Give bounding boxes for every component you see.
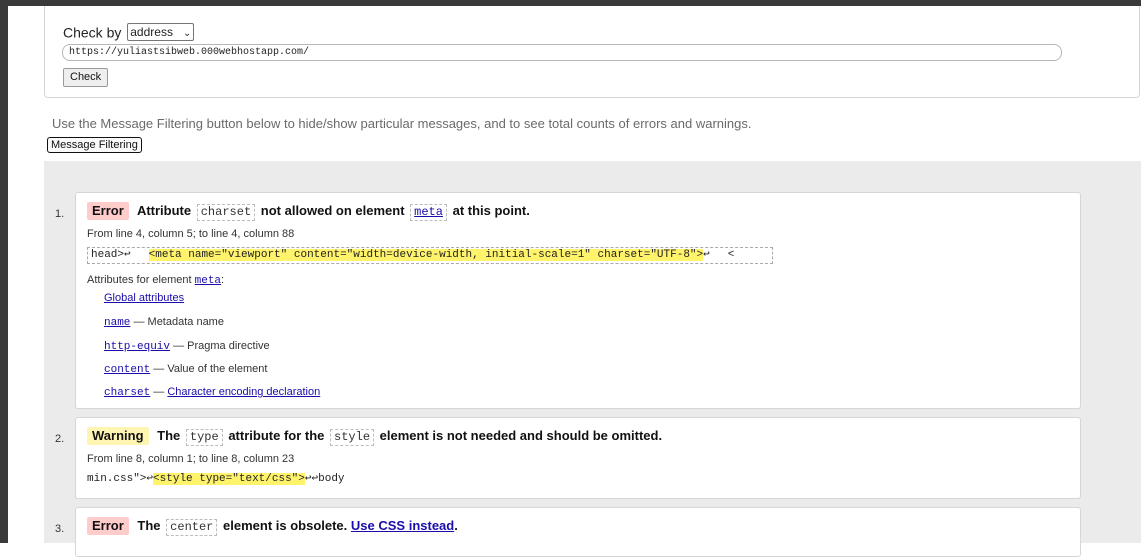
- attribute-desc-link[interactable]: Character encoding declaration: [167, 386, 320, 398]
- attribute-code: charset: [196, 204, 256, 221]
- chevron-down-icon: ⌄: [182, 28, 192, 40]
- extract-pre: min.css">↩: [87, 473, 154, 485]
- attribute-item: http-equiv — Pragma directive: [104, 340, 270, 353]
- message-item: 3. Error The center element is obsolete.…: [55, 507, 1081, 557]
- message-heading: Warning The type attribute for the style…: [87, 427, 662, 446]
- message-text: at this point.: [452, 203, 530, 218]
- message-number: 2.: [55, 433, 65, 445]
- check-by-label: Check by: [63, 24, 122, 41]
- error-badge: Error: [87, 202, 129, 220]
- attribute-item: Global attributes: [104, 292, 184, 304]
- extract-highlight: <meta name="viewport" content="width=dev…: [148, 249, 704, 261]
- check-form: Check by address ⌄ https://yuliastsibweb.…: [44, 6, 1140, 98]
- attribute-desc: — Metadata name: [133, 316, 224, 328]
- check-by-select[interactable]: address ⌄: [127, 23, 195, 42]
- attribute-code: type: [185, 429, 223, 446]
- extract-post: ↩: [703, 249, 710, 261]
- attribute-name-link[interactable]: name: [104, 317, 130, 329]
- message-item: 1. Error Attribute charset not allowed o…: [55, 192, 1081, 409]
- message-location: From line 8, column 1; to line 8, column…: [87, 453, 295, 465]
- attribute-desc: — Value of the element: [153, 363, 268, 375]
- attributes-label-colon: :: [221, 274, 225, 286]
- error-badge: Error: [87, 517, 129, 535]
- use-css-link[interactable]: Use CSS instead: [351, 518, 454, 533]
- extract-pre: head>↩: [91, 249, 131, 261]
- extract-post: ↩↩body: [304, 473, 345, 485]
- message-text: element is obsolete.: [223, 518, 348, 533]
- message-text: attribute for the: [228, 428, 325, 443]
- extract-highlight: <style type="text/css">: [153, 473, 305, 485]
- element-code: style: [330, 429, 375, 446]
- message-text: element is not needed and should be omit…: [379, 428, 663, 443]
- code-extract: min.css">↩<style type="text/css">↩↩body: [87, 472, 345, 489]
- message-heading: Error The center element is obsolete. Us…: [87, 517, 458, 536]
- attribute-item: charset — Character encoding declaration: [104, 386, 320, 399]
- meta-element-link[interactable]: meta: [195, 275, 221, 287]
- attributes-label-text: Attributes for element: [87, 274, 192, 286]
- message-text: The: [157, 428, 181, 443]
- attribute-desc: —: [153, 386, 168, 398]
- attribute-name-link[interactable]: http-equiv: [104, 341, 170, 353]
- window-left-edge: [0, 0, 8, 543]
- global-attributes-link[interactable]: Global attributes: [104, 292, 184, 304]
- message-text: The: [137, 518, 161, 533]
- message-item: 2. Warning The type attribute for the st…: [55, 417, 1081, 499]
- message-text: Attribute: [136, 203, 192, 218]
- message-number: 1.: [55, 208, 65, 220]
- check-button[interactable]: Check: [63, 68, 109, 87]
- element-code: center: [166, 519, 218, 536]
- filtering-info-text: Use the Message Filtering button below t…: [52, 116, 752, 131]
- message-heading: Error Attribute charset not allowed on e…: [87, 202, 530, 221]
- check-by-select-value: address: [130, 25, 173, 40]
- message-text: .: [454, 518, 458, 533]
- message-location: From line 4, column 5; to line 4, column…: [87, 228, 295, 240]
- attributes-label: Attributes for element meta:: [87, 274, 224, 287]
- attribute-desc: — Pragma directive: [173, 340, 270, 352]
- check-by-row: Check by address ⌄: [63, 23, 195, 42]
- element-link[interactable]: meta: [410, 204, 447, 221]
- extract-tail: <: [727, 249, 735, 261]
- attribute-name-link[interactable]: content: [104, 364, 150, 376]
- message-number: 3.: [55, 523, 65, 535]
- attribute-item: content — Value of the element: [104, 363, 267, 376]
- code-extract: head>↩ <meta name="viewport" content="wid…: [87, 247, 773, 264]
- url-input[interactable]: https://yuliastsibweb.000webhostapp.com/: [62, 44, 1062, 61]
- results-panel: 1. Error Attribute charset not allowed o…: [44, 161, 1141, 557]
- message-filtering-button[interactable]: Message Filtering: [47, 137, 142, 153]
- message-text: not allowed on element: [260, 203, 405, 218]
- warning-badge: Warning: [87, 427, 149, 445]
- attribute-item: name — Metadata name: [104, 316, 224, 329]
- attribute-name-link[interactable]: charset: [104, 387, 150, 399]
